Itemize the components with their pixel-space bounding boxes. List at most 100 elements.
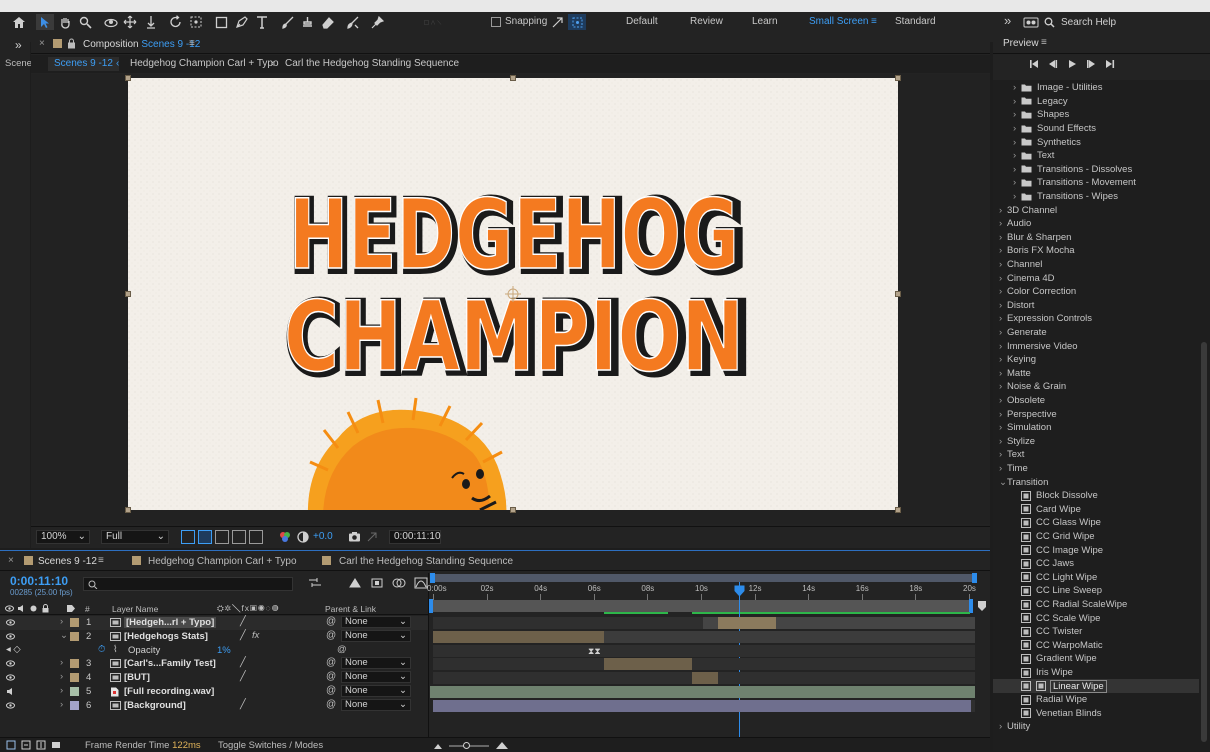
pick-whip-icon[interactable]: @ xyxy=(337,644,347,655)
effect-item[interactable]: Iris Wipe xyxy=(993,666,1199,680)
timeline-tab-hedgehog-champion[interactable]: Hedgehog Champion Carl + Typo xyxy=(148,556,297,567)
layer-label-color[interactable] xyxy=(70,632,79,641)
effect-item[interactable]: CC Scale Wipe xyxy=(993,611,1199,625)
transform-handle[interactable] xyxy=(125,291,131,297)
navigator-end-handle[interactable] xyxy=(972,573,977,583)
layer-label-color[interactable] xyxy=(70,659,79,668)
timeline-zoom-slider[interactable] xyxy=(449,741,489,749)
breadcrumb-item-carl-standing[interactable]: Carl the Hedgehog Standing Sequence xyxy=(285,58,459,69)
effect-item[interactable]: CC Line Sweep xyxy=(993,584,1199,598)
layer-duration-bar[interactable] xyxy=(433,631,604,643)
chevron-right-icon[interactable]: › xyxy=(60,616,63,627)
in-out-pane-icon[interactable] xyxy=(36,740,46,750)
layer-name-header[interactable]: Layer Name xyxy=(112,604,158,614)
layer-name[interactable]: [BUT] xyxy=(124,672,150,683)
parent-dropdown[interactable]: None ⌄ xyxy=(341,671,411,683)
orbit-camera-icon[interactable] xyxy=(102,14,120,30)
effect-category[interactable]: › Simulation xyxy=(993,421,1051,435)
next-frame-icon[interactable] xyxy=(1086,59,1096,69)
resolution-dropdown[interactable]: Full ⌄ xyxy=(101,530,169,544)
region-of-interest-icon[interactable] xyxy=(232,530,246,544)
effect-folder[interactable]: › Transitions - Movement xyxy=(993,176,1136,190)
layer-row[interactable]: › 1 [Hedgeh...rl + Typo] ╱ @ None ⌄ xyxy=(0,616,428,630)
composition-viewer[interactable]: HEDGEHOG HEDGEHOG CHAMPION CHAMPION xyxy=(31,74,990,524)
quality-switch-icon[interactable]: ╱ xyxy=(240,671,246,682)
effect-item[interactable]: CC Twister xyxy=(993,625,1199,639)
layer-duration-bar[interactable] xyxy=(604,658,692,670)
snapshot-icon[interactable] xyxy=(348,531,361,542)
pick-whip-icon[interactable]: @ xyxy=(326,685,336,696)
transform-handle[interactable] xyxy=(125,507,131,513)
pick-whip-icon[interactable]: @ xyxy=(326,671,336,682)
render-time-pane-icon[interactable] xyxy=(51,740,61,750)
transform-handle[interactable] xyxy=(895,507,901,513)
axis-mode-icon[interactable] xyxy=(424,14,442,30)
clone-stamp-tool-icon[interactable] xyxy=(298,14,316,30)
workspace-small-screen[interactable]: Small Screen xyxy=(809,16,868,27)
effect-category[interactable]: › Utility xyxy=(993,720,1030,734)
effect-category[interactable]: › Noise & Grain xyxy=(993,380,1066,394)
layer-duration-bar[interactable] xyxy=(430,686,975,698)
lock-icon[interactable] xyxy=(67,38,76,49)
layer-duration-bar[interactable] xyxy=(433,700,971,712)
effect-folder[interactable]: › Text xyxy=(993,149,1054,163)
frame-blending-icon[interactable] xyxy=(392,577,406,589)
chevron-right-icon[interactable]: › xyxy=(60,699,63,710)
effect-folder[interactable]: › Transitions - Wipes xyxy=(993,190,1118,204)
layer-search-input[interactable] xyxy=(83,577,293,591)
effect-category[interactable]: › Perspective xyxy=(993,407,1057,421)
effect-category[interactable]: › Keying xyxy=(993,353,1036,367)
eye-icon[interactable] xyxy=(6,618,15,627)
pick-whip-icon[interactable]: @ xyxy=(326,630,336,641)
search-input[interactable]: Search Help xyxy=(1061,17,1116,28)
time-navigator[interactable] xyxy=(430,573,977,583)
eye-icon[interactable] xyxy=(6,701,15,710)
viewer-timecode[interactable]: 0:00:11:10 xyxy=(389,530,441,544)
effect-category[interactable]: › Color Correction xyxy=(993,285,1076,299)
chevron-right-icon[interactable]: › xyxy=(60,657,63,668)
work-area-bar[interactable] xyxy=(429,599,973,613)
preview-tab[interactable]: Preview xyxy=(1003,38,1039,49)
quality-switch-icon[interactable]: ╱ xyxy=(240,616,246,627)
transform-handle[interactable] xyxy=(125,75,131,81)
zoom-in-icon[interactable] xyxy=(495,741,509,750)
eraser-tool-icon[interactable] xyxy=(318,14,336,30)
effect-category[interactable]: › Boris FX Mocha xyxy=(993,244,1075,258)
pen-tool-icon[interactable] xyxy=(232,14,250,30)
parent-dropdown[interactable]: None ⌄ xyxy=(341,630,411,642)
toggle-switches-modes-button[interactable]: Toggle Switches / Modes xyxy=(218,740,323,751)
quality-switch-icon[interactable]: ╱ xyxy=(240,657,246,668)
home-icon[interactable] xyxy=(10,14,28,30)
timeline-tab-carl-standing[interactable]: Carl the Hedgehog Standing Sequence xyxy=(339,556,513,567)
effect-item[interactable]: CC WarpoMatic xyxy=(993,639,1199,653)
layer-name[interactable]: [Carl's...Family Test] xyxy=(124,658,216,669)
tab-menu-icon[interactable]: ≡ xyxy=(189,38,195,49)
effect-category[interactable]: › Channel xyxy=(993,258,1042,272)
speaker-icon[interactable] xyxy=(6,687,15,696)
hand-tool-icon[interactable] xyxy=(56,14,74,30)
effect-item[interactable]: Radial Wipe xyxy=(993,693,1199,707)
effect-category[interactable]: › Audio xyxy=(993,217,1031,231)
layer-name[interactable]: [Background] xyxy=(124,700,186,711)
effect-item[interactable]: CC Light Wipe xyxy=(993,571,1199,585)
anchor-point-tool-icon[interactable] xyxy=(187,14,205,30)
opacity-property-row[interactable]: ◂ ◇ ⏱ ⌇ Opacity 1% @ xyxy=(0,644,428,658)
pick-whip-icon[interactable]: @ xyxy=(326,657,336,668)
composition-tab[interactable]: Composition Scenes 9 -12 xyxy=(83,39,200,50)
layer-name[interactable]: [Hedgeh...rl + Typo] xyxy=(124,617,217,628)
opacity-value[interactable]: 1% xyxy=(217,645,231,656)
close-tab-icon[interactable]: × xyxy=(39,38,45,49)
pick-whip-icon[interactable]: @ xyxy=(326,616,336,627)
parent-dropdown[interactable]: None ⌄ xyxy=(341,699,411,711)
zoom-slider-knob[interactable] xyxy=(463,741,470,749)
search-help[interactable]: Search Help xyxy=(1044,13,1204,31)
chevron-right-icon[interactable]: › xyxy=(60,685,63,696)
layer-row[interactable]: › 6 [Background] ╱ @ None ⌄ xyxy=(0,699,428,713)
effect-folder[interactable]: › Shapes xyxy=(993,108,1069,122)
workspace-learn[interactable]: Learn xyxy=(752,16,778,27)
effect-category[interactable]: › Text xyxy=(993,448,1024,462)
zoom-out-icon[interactable] xyxy=(433,742,443,750)
effect-folder[interactable]: › Sound Effects xyxy=(993,122,1096,136)
snapping-checkbox[interactable] xyxy=(491,16,501,27)
layer-track[interactable] xyxy=(433,658,975,670)
